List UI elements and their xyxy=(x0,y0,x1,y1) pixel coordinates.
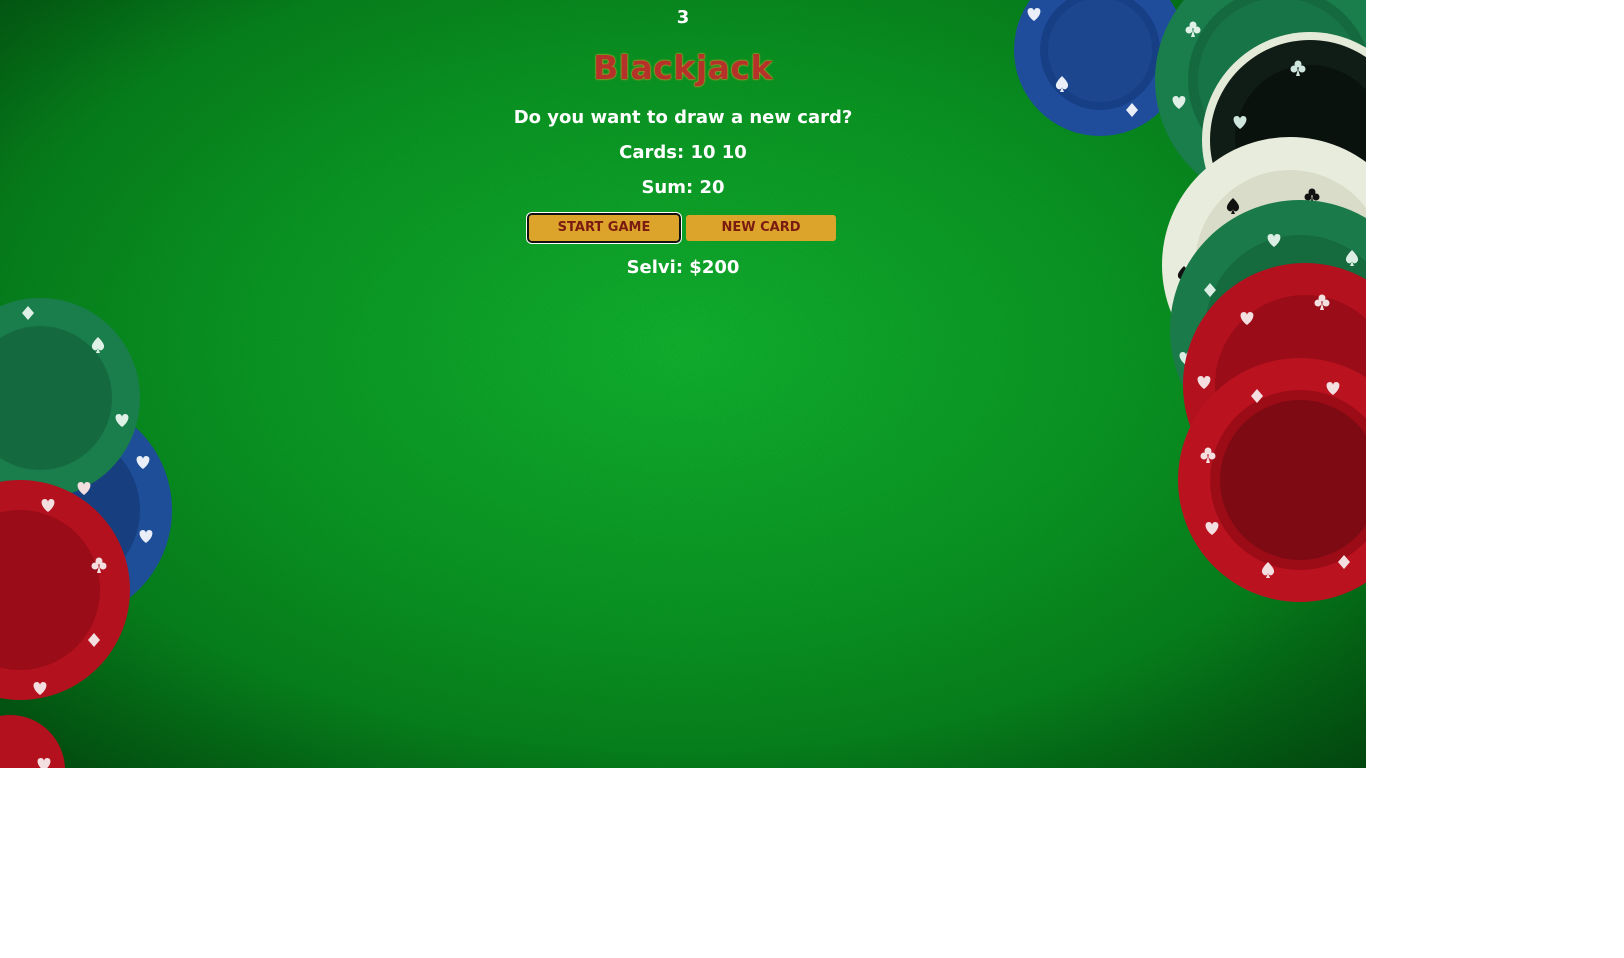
new-card-button[interactable]: NEW CARD xyxy=(686,215,836,241)
blackjack-table: 3 Blackjack Do you want to draw a new ca… xyxy=(0,0,1366,768)
chip-red-left-bottom xyxy=(0,715,65,768)
start-game-button[interactable]: START GAME xyxy=(527,213,681,243)
sum-text: Sum: 20 xyxy=(641,177,725,198)
player-balance: Selvi: $200 xyxy=(626,257,740,278)
counter-text: 3 xyxy=(676,7,690,28)
page-title: Blackjack xyxy=(593,48,773,87)
cards-text: Cards: 10 10 xyxy=(619,142,747,163)
message-text: Do you want to draw a new card? xyxy=(513,107,853,128)
action-buttons: START GAME NEW CARD xyxy=(0,213,1366,244)
